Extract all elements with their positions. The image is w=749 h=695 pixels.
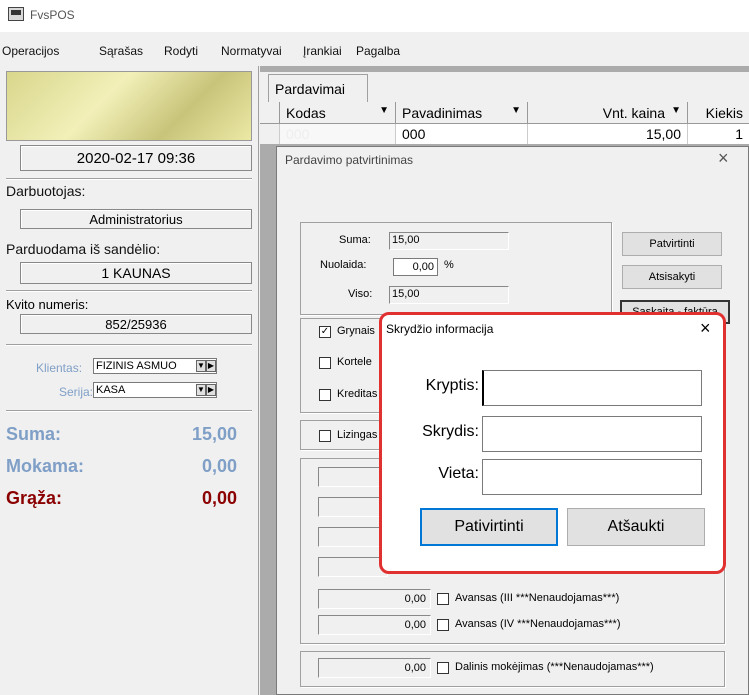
grid-header: Kodas ▼ Pavadinimas ▼ Vnt. kaina ▼ Kiekis (260, 102, 749, 124)
kryptis-input[interactable] (482, 370, 702, 406)
employee-value: Administratorius (20, 209, 252, 229)
graza-label: Grąža: (6, 488, 63, 508)
chevron-right-icon[interactable]: ▶ (206, 360, 216, 372)
title-bar: FvsPOS (0, 0, 749, 32)
advance-field (318, 467, 388, 487)
checkbox-kortele-label: Kortele (337, 356, 372, 368)
chevron-down-icon[interactable]: ▼ (511, 105, 521, 116)
viso-field: 15,00 (389, 286, 509, 304)
advance-field (318, 557, 388, 577)
header-kodas[interactable]: Kodas ▼ (280, 102, 396, 124)
cancel-button[interactable]: Atsisakyti (622, 265, 722, 289)
menu-sarasas[interactable]: Sąrašas (99, 44, 143, 58)
vieta-label: Vieta: (438, 465, 479, 482)
table-row[interactable]: 000 000 15,00 1 (260, 124, 749, 144)
mokama-label: Mokama: (6, 456, 85, 476)
vieta-input[interactable] (482, 459, 702, 495)
partial-field: 0,00 (318, 658, 431, 678)
series-select[interactable]: KASA ▼ ▶ (93, 382, 217, 398)
skrydis-input[interactable] (482, 416, 702, 452)
suma-label: Suma: (6, 424, 62, 444)
client-label: Klientas: (36, 361, 83, 375)
client-select[interactable]: FIZINIS ASMUO ▼ ▶ (93, 358, 217, 374)
series-value: KASA (96, 384, 126, 396)
close-icon[interactable]: × (700, 318, 711, 339)
header-kodas-label: Kodas (286, 105, 326, 121)
menu-pagalba[interactable]: Pagalba (356, 44, 400, 58)
series-label: Serija: (59, 385, 94, 399)
graza-value: 0,00 (201, 488, 237, 508)
checkbox-partial[interactable] (437, 662, 449, 674)
atsaukti-button[interactable]: Atšaukti (567, 508, 705, 546)
checkbox-lizingas-label: Lizingas (337, 429, 378, 441)
receipt-value: 852/25936 (20, 314, 252, 334)
warehouse-label: Parduodama iš sandėlio: (6, 241, 161, 257)
chevron-down-icon[interactable]: ▼ (196, 384, 206, 396)
advance-iii-field: 0,00 (318, 589, 431, 609)
checkbox-lizingas[interactable] (319, 430, 331, 442)
warehouse-value: 1 KAUNAS (20, 262, 252, 284)
confirm-dialog-title: Pardavimo patvirtinimas (285, 153, 414, 167)
partial-label: Dalinis mokėjimas (***Nenaudojamas***) (455, 661, 654, 673)
client-value: FIZINIS ASMUO (96, 360, 177, 372)
suma-value: 15,00 (191, 424, 237, 444)
suma-field: 15,00 (389, 232, 509, 250)
menu-bar: Operacijos Sąrašas Rodyti Normatyvai Įra… (0, 40, 749, 62)
checkbox-kortele[interactable] (319, 357, 331, 369)
employee-label: Darbuotojas: (6, 183, 86, 199)
menu-irankiai[interactable]: Įrankiai (303, 44, 342, 58)
header-pavadinimas-label: Pavadinimas (402, 105, 483, 121)
divider (6, 410, 252, 412)
row-spacer (260, 124, 280, 144)
percent-label: % (444, 259, 454, 271)
advance-field (318, 527, 388, 547)
confirm-button[interactable]: Patvirtinti (622, 232, 722, 256)
nuolaida-input[interactable]: 0,00 (393, 258, 438, 276)
advance-field (318, 497, 388, 517)
advance-iv-field: 0,00 (318, 615, 431, 635)
checkbox-kreditas[interactable] (319, 389, 331, 401)
menu-rodyti[interactable]: Rodyti (164, 44, 198, 58)
advance-iii-label: Avansas (III ***Nenaudojamas***) (455, 592, 620, 604)
skrydis-label: Skrydis: (422, 423, 479, 440)
close-icon[interactable]: × (718, 148, 729, 169)
divider (6, 290, 252, 292)
chevron-down-icon[interactable]: ▼ (379, 105, 389, 116)
divider (6, 344, 252, 346)
checkbox-grynais[interactable]: ✓ (319, 326, 331, 338)
advance-iv-label: Avansas (IV ***Nenaudojamas***) (455, 618, 621, 630)
pativirtinti-button[interactable]: Pativirtinti (420, 508, 558, 546)
checkbox-kreditas-label: Kreditas (337, 388, 378, 400)
chevron-right-icon[interactable]: ▶ (206, 384, 216, 396)
flight-dialog-title: Skrydžio informacija (386, 322, 494, 336)
app-title: FvsPOS (30, 8, 75, 22)
header-pavadinimas[interactable]: Pavadinimas ▼ (396, 102, 528, 124)
chevron-down-icon[interactable]: ▼ (671, 105, 681, 116)
checkbox-grynais-label: Grynais (337, 325, 375, 337)
kryptis-label: Kryptis: (425, 377, 479, 394)
cell-kodas[interactable]: 000 (280, 124, 396, 144)
cell-kaina[interactable]: 15,00 (528, 124, 688, 144)
header-kaina[interactable]: Vnt. kaina ▼ (528, 102, 688, 124)
header-spacer (260, 102, 280, 124)
menu-operacijos[interactable]: Operacijos (2, 44, 59, 58)
suma-label: Suma: (339, 234, 371, 246)
logo-image (6, 71, 252, 141)
datetime-display: 2020-02-17 09:36 (20, 145, 252, 171)
receipt-label: Kvito numeris: (6, 297, 89, 312)
checkbox-advance-iv[interactable] (437, 619, 449, 631)
mokama-value: 0,00 (201, 456, 237, 476)
cell-kiekis[interactable]: 1 (688, 124, 749, 144)
header-kiekis[interactable]: Kiekis (688, 102, 749, 124)
chevron-down-icon[interactable]: ▼ (196, 360, 206, 372)
nuolaida-label: Nuolaida: (320, 259, 367, 271)
viso-label: Viso: (348, 288, 373, 300)
checkbox-advance-iii[interactable] (437, 593, 449, 605)
cell-pavadinimas[interactable]: 000 (396, 124, 528, 144)
tab-pardavimai[interactable]: Pardavimai (268, 74, 368, 102)
menu-normatyvai[interactable]: Normatyvai (221, 44, 282, 58)
app-icon (8, 7, 24, 21)
divider (6, 178, 252, 180)
header-kaina-label: Vnt. kaina (602, 105, 665, 121)
